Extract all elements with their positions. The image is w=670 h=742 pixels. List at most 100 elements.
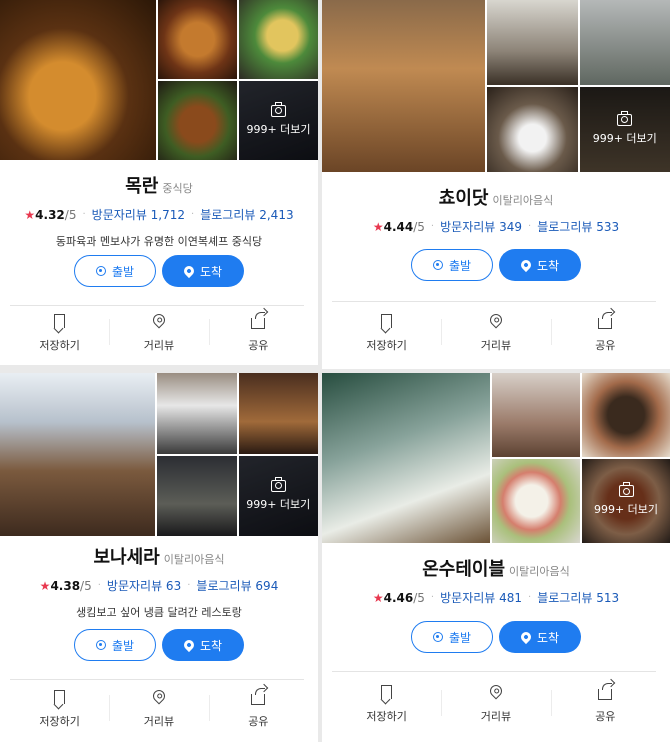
photo-thumb[interactable] — [582, 373, 670, 457]
photo-thumb[interactable] — [238, 373, 318, 454]
photo-gallery[interactable]: 999+ 더보기 — [0, 0, 318, 160]
origin-dot-icon — [95, 266, 106, 276]
restaurant-name[interactable]: 온수테이블 — [422, 555, 505, 581]
share-button[interactable]: 공유 — [208, 312, 308, 353]
share-button[interactable]: 공유 — [550, 312, 660, 353]
main-photo[interactable] — [0, 0, 156, 160]
visitor-review-link[interactable]: 방문자리뷰 63 — [107, 577, 181, 594]
more-photos-overlay[interactable]: 999+ 더보기 — [579, 87, 670, 172]
save-button[interactable]: 저장하기 — [10, 313, 109, 353]
share-icon — [598, 683, 613, 700]
bookmark-icon — [54, 690, 66, 704]
action-bar: 저장하기 거리뷰 공유 — [332, 311, 660, 353]
save-label: 저장하기 — [39, 715, 80, 728]
photo-gallery[interactable]: 999+ 더보기 — [0, 373, 318, 536]
photo-gallery[interactable]: 999+ 더보기 — [322, 373, 670, 543]
share-label: 공유 — [595, 710, 616, 723]
depart-button[interactable]: 출발 — [411, 621, 493, 653]
street-view-button[interactable]: 거리뷰 — [441, 682, 550, 724]
more-photos-label: 999+ 더보기 — [593, 503, 659, 516]
more-photos-overlay[interactable]: 999+ 더보기 — [239, 81, 318, 160]
street-view-button[interactable]: 거리뷰 — [109, 687, 208, 729]
depart-button[interactable]: 출발 — [74, 629, 156, 661]
visitor-review-link[interactable]: 방문자리뷰 349 — [440, 218, 522, 235]
photo-thumb[interactable] — [158, 0, 237, 79]
separator-dot: · — [430, 221, 435, 232]
save-button[interactable]: 저장하기 — [10, 689, 109, 729]
photo-thumb[interactable] — [487, 87, 578, 172]
arrive-label: 도착 — [536, 258, 560, 273]
blog-review-link[interactable]: 블로그리뷰 2,413 — [200, 206, 293, 223]
restaurant-name[interactable]: 쵸이닷 — [439, 184, 489, 210]
restaurant-name[interactable]: 보나세라 — [94, 543, 160, 569]
depart-button[interactable]: 출발 — [411, 249, 493, 281]
photo-thumb-more[interactable]: 999+ 더보기 — [238, 455, 318, 536]
photo-thumb[interactable] — [492, 373, 580, 457]
save-label: 저장하기 — [39, 339, 80, 352]
camera-icon — [618, 482, 634, 497]
share-button[interactable]: 공유 — [550, 683, 660, 724]
save-button[interactable]: 저장하기 — [332, 313, 441, 353]
street-view-button[interactable]: 거리뷰 — [441, 311, 550, 353]
depart-button[interactable]: 출발 — [74, 255, 156, 287]
share-label: 공유 — [595, 339, 616, 352]
action-bar: 저장하기 거리뷰 공유 — [10, 687, 308, 729]
visitor-review-link[interactable]: 방문자리뷰 1,712 — [92, 206, 185, 223]
star-icon: ★ — [39, 578, 51, 593]
restaurant-grid: 999+ 더보기 목란 중식당 ★4.32/5 · 방문자리뷰 1,712 · … — [0, 0, 670, 742]
blog-review-link[interactable]: 블로그리뷰 513 — [537, 589, 619, 606]
restaurant-category: 중식당 — [162, 182, 193, 195]
route-buttons: 출발 도착 — [322, 621, 670, 653]
more-photos-overlay[interactable]: 999+ 더보기 — [582, 459, 670, 543]
rating-row: ★4.38/5 · 방문자리뷰 63 · 블로그리뷰 694 — [0, 577, 318, 594]
blog-review-link[interactable]: 블로그리뷰 694 — [196, 577, 278, 594]
main-photo[interactable] — [322, 0, 485, 172]
arrive-button[interactable]: 도착 — [162, 255, 244, 287]
arrive-label: 도착 — [199, 638, 223, 653]
rating-max: /5 — [413, 219, 425, 234]
route-buttons: 출발 도착 — [322, 249, 670, 281]
visitor-review-link[interactable]: 방문자리뷰 481 — [440, 589, 522, 606]
photo-thumb[interactable] — [157, 373, 237, 454]
rating-score: 4.38 — [50, 578, 81, 593]
star-icon: ★ — [372, 590, 384, 605]
more-photos-overlay[interactable]: 999+ 더보기 — [238, 455, 318, 536]
photo-thumb-more[interactable]: 999+ 더보기 — [582, 459, 670, 543]
separator-dot: · — [528, 221, 532, 232]
action-bar: 저장하기 거리뷰 공유 — [332, 682, 660, 724]
street-view-icon — [487, 682, 505, 700]
photo-gallery[interactable]: 999+ 더보기 — [322, 0, 670, 172]
share-button[interactable]: 공유 — [208, 688, 308, 729]
restaurant-card[interactable]: 999+ 더보기 보나세라 이탈리아음식 ★4.38/5 · 방문자리뷰 63 … — [0, 373, 318, 742]
main-photo[interactable] — [322, 373, 490, 543]
photo-thumb[interactable] — [158, 81, 237, 160]
star-icon: ★ — [24, 207, 36, 222]
rating-score: 4.46 — [383, 590, 414, 605]
divider — [10, 679, 304, 680]
restaurant-card[interactable]: 999+ 더보기 쵸이닷 이탈리아음식 ★4.44/5 · 방문자리뷰 349 … — [322, 0, 670, 369]
blog-review-link[interactable]: 블로그리뷰 533 — [537, 218, 619, 235]
arrive-button[interactable]: 도착 — [499, 249, 581, 281]
photo-thumb[interactable] — [157, 455, 237, 536]
arrive-label: 도착 — [199, 264, 223, 279]
photo-thumb-more[interactable]: 999+ 더보기 — [239, 81, 318, 160]
separator-dot: · — [430, 592, 435, 603]
restaurant-card[interactable]: 999+ 더보기 목란 중식당 ★4.32/5 · 방문자리뷰 1,712 · … — [0, 0, 318, 365]
divider — [332, 301, 656, 302]
restaurant-name[interactable]: 목란 — [125, 172, 158, 198]
main-photo[interactable] — [0, 373, 155, 536]
street-view-icon — [150, 687, 168, 705]
restaurant-card[interactable]: 999+ 더보기 온수테이블 이탈리아음식 ★4.46/5 · 방문자리뷰 48… — [322, 373, 670, 742]
street-view-button[interactable]: 거리뷰 — [109, 311, 208, 353]
photo-thumb[interactable] — [492, 459, 580, 543]
photo-thumb-more[interactable]: 999+ 더보기 — [579, 87, 670, 172]
photo-thumb[interactable] — [487, 0, 578, 85]
origin-dot-icon — [432, 632, 443, 642]
arrive-button[interactable]: 도착 — [499, 621, 581, 653]
save-button[interactable]: 저장하기 — [332, 684, 441, 724]
restaurant-info: 쵸이닷 이탈리아음식 ★4.44/5 · 방문자리뷰 349 · 블로그리뷰 5… — [322, 184, 670, 235]
photo-thumb[interactable] — [239, 0, 318, 79]
photo-thumb[interactable] — [579, 0, 670, 85]
arrive-button[interactable]: 도착 — [162, 629, 244, 661]
depart-label: 출발 — [448, 258, 472, 273]
